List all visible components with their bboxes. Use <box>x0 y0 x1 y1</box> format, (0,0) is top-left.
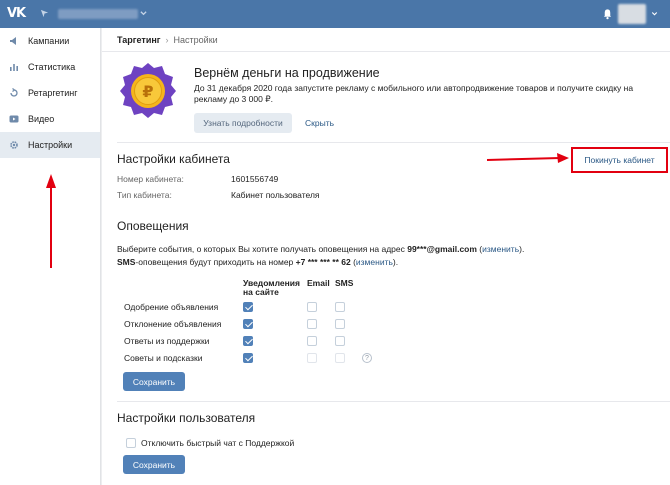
sidebar-item-label: Видео <box>28 114 55 124</box>
change-email-link[interactable]: изменить <box>482 244 519 254</box>
megaphone-icon <box>10 37 16 45</box>
leave-cabinet-button[interactable]: Покинуть кабинет <box>571 147 668 173</box>
notifications-text: Выберите события, о которых Вы хотите по… <box>117 244 408 254</box>
column-site-header-line: на сайте <box>243 287 279 297</box>
notifications-text: -оповещения будут приходить на номер <box>135 257 296 267</box>
rejection-email-checkbox[interactable] <box>307 319 317 329</box>
promo-text: До 31 декабря 2020 года запустите реклам… <box>194 83 634 104</box>
notifications-email-line: Выберите события, о которых Вы хотите по… <box>117 244 524 254</box>
divider <box>102 51 670 52</box>
cabinet-settings-heading: Настройки кабинета <box>117 152 230 166</box>
bell-icon[interactable] <box>602 8 613 20</box>
flag-icon[interactable] <box>40 9 49 18</box>
approval-site-checkbox[interactable] <box>243 302 253 312</box>
sidebar: Кампании Статистика Ретаргетинг Видео На… <box>0 28 101 485</box>
breadcrumb: Таргетинг › Настройки <box>117 35 218 45</box>
hide-promo-link[interactable]: Скрыть <box>305 118 334 128</box>
user-settings-heading: Настройки пользователя <box>117 411 256 425</box>
sidebar-item-video[interactable]: Видео <box>0 106 100 132</box>
ruble-coin-badge-icon: ₽ <box>120 63 176 118</box>
promo-title: Вернём деньги на продвижение <box>194 66 380 80</box>
sidebar-item-label: Кампании <box>28 36 70 46</box>
tips-sms-checkbox <box>335 353 345 363</box>
leave-cabinet-label: Покинуть кабинет <box>584 155 655 165</box>
chevron-down-icon[interactable] <box>651 11 658 17</box>
account-name-blurred[interactable] <box>58 9 138 19</box>
divider <box>117 142 670 143</box>
divider <box>117 401 670 402</box>
top-bar: VK <box>0 0 670 28</box>
notifications-heading: Оповещения <box>117 219 189 233</box>
sms-label: SMS <box>117 257 136 267</box>
sidebar-item-statistics[interactable]: Статистика <box>0 54 100 80</box>
column-sms-header: SMS <box>335 278 354 288</box>
avatar[interactable] <box>618 4 646 24</box>
column-email-header: Email <box>307 278 330 288</box>
support-email-checkbox[interactable] <box>307 336 317 346</box>
bar-chart-icon <box>10 64 18 71</box>
main-content: Таргетинг › Настройки ₽ Вернём деньги на п… <box>102 28 670 485</box>
chevron-down-icon[interactable] <box>140 10 147 17</box>
cabinet-number-value: 1601556749 <box>231 174 279 184</box>
sidebar-item-label: Ретаргетинг <box>28 88 78 98</box>
support-sms-checkbox[interactable] <box>335 336 345 346</box>
retarget-icon <box>10 88 18 97</box>
tips-email-checkbox <box>307 353 317 363</box>
save-user-settings-button[interactable]: Сохранить <box>123 455 185 474</box>
vk-logo-icon[interactable]: VK <box>7 6 26 21</box>
notifications-phone: +7 *** *** ** 62 <box>295 257 351 267</box>
help-icon[interactable]: ? <box>362 353 372 363</box>
notifications-sms-line: SMS-оповещения будут приходить на номер … <box>117 257 398 267</box>
sidebar-item-settings[interactable]: Настройки <box>0 132 100 158</box>
notifications-text: ). <box>519 244 525 254</box>
rejection-site-checkbox[interactable] <box>243 319 253 329</box>
breadcrumb-separator: › <box>165 35 169 45</box>
rejection-sms-checkbox[interactable] <box>335 319 345 329</box>
disable-quick-chat-checkbox[interactable] <box>126 438 136 448</box>
breadcrumb-root[interactable]: Таргетинг <box>117 35 161 45</box>
sidebar-item-campaigns[interactable]: Кампании <box>0 28 100 54</box>
gear-icon <box>10 141 18 149</box>
notifications-text: ). <box>392 257 399 267</box>
change-phone-link[interactable]: изменить <box>356 257 393 267</box>
cabinet-type-label: Тип кабинета: <box>117 190 172 200</box>
disable-quick-chat-label: Отключить быстрый чат с Поддержкой <box>141 438 295 448</box>
sidebar-item-label: Статистика <box>28 62 76 72</box>
support-site-checkbox[interactable] <box>243 336 253 346</box>
column-site-header: Уведомления на сайте <box>243 279 300 297</box>
tips-site-checkbox[interactable] <box>243 353 253 363</box>
sidebar-item-label: Настройки <box>28 140 73 150</box>
video-icon <box>9 115 19 123</box>
notifications-email: 99***@gmail.com <box>407 244 477 254</box>
sidebar-item-retargeting[interactable]: Ретаргетинг <box>0 80 100 106</box>
approval-email-checkbox[interactable] <box>307 302 317 312</box>
cabinet-type-value: Кабинет пользователя <box>231 190 320 200</box>
breadcrumb-current: Настройки <box>173 35 218 45</box>
cabinet-number-label: Номер кабинета: <box>117 174 184 184</box>
row-support-label: Ответы из поддержки <box>124 336 210 346</box>
row-rejection-label: Отклонение объявления <box>124 319 222 329</box>
learn-more-button[interactable]: Узнать подробности <box>194 113 292 133</box>
save-notifications-button[interactable]: Сохранить <box>123 372 185 391</box>
row-tips-label: Советы и подсказки <box>124 353 203 363</box>
row-approval-label: Одобрение объявления <box>124 302 219 312</box>
ruble-symbol: ₽ <box>142 82 153 101</box>
approval-sms-checkbox[interactable] <box>335 302 345 312</box>
